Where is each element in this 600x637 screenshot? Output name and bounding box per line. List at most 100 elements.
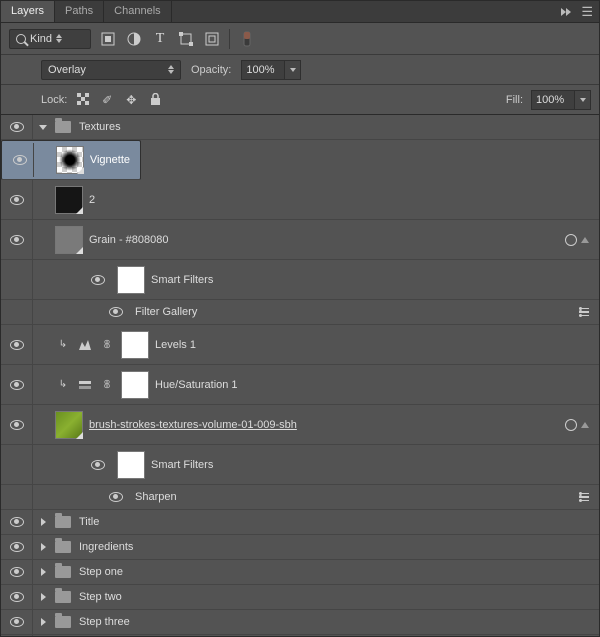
layer-list: Textures Vignette 2 Grain - #808080 — [1, 115, 599, 636]
visibility-toggle[interactable] — [1, 260, 33, 299]
tab-paths[interactable]: Paths — [55, 1, 104, 22]
panel-tabbar: Layers Paths Channels ☰ — [1, 1, 599, 23]
eye-icon — [10, 420, 24, 430]
tab-layers[interactable]: Layers — [1, 1, 55, 22]
lock-position-icon[interactable]: ✥ — [123, 92, 139, 108]
smartfilters-label: Smart Filters — [151, 274, 213, 286]
visibility-toggle[interactable] — [1, 325, 33, 364]
folder-icon — [55, 121, 71, 133]
eye-icon — [10, 617, 24, 627]
filter-gallery-entry[interactable]: Filter Gallery — [1, 300, 599, 325]
folder-icon — [55, 591, 71, 603]
scroll-up-icon[interactable] — [581, 237, 589, 243]
visibility-toggle[interactable] — [1, 405, 33, 444]
eye-icon — [10, 592, 24, 602]
layer-levels[interactable]: ↳ 𝟠 Levels 1 — [1, 325, 599, 365]
fill-input[interactable]: 100% — [531, 90, 575, 110]
group-step-three[interactable]: Step three — [1, 610, 599, 635]
visibility-toggle[interactable] — [1, 300, 33, 324]
filter-toggle-switch[interactable] — [238, 30, 256, 48]
group-step-one[interactable]: Step one — [1, 560, 599, 585]
visibility-toggle[interactable] — [1, 610, 33, 634]
filter-options-icon[interactable] — [579, 308, 589, 317]
scroll-up-icon[interactable] — [581, 422, 589, 428]
visibility-toggle[interactable] — [8, 143, 34, 177]
group-textures[interactable]: Textures — [1, 115, 599, 140]
brush-smartfilters[interactable]: Smart Filters — [1, 445, 599, 485]
blend-options-bar: Overlay Opacity: 100% — [1, 55, 599, 85]
opacity-label: Opacity: — [191, 64, 231, 76]
link-icon: 𝟠 — [99, 337, 115, 353]
mask-thumbnail[interactable] — [117, 266, 145, 294]
blend-mode-select[interactable]: Overlay — [41, 60, 181, 80]
disclosure-icon[interactable] — [37, 618, 49, 626]
smartobject-badge-icon — [565, 419, 577, 431]
filter-pixel-icon[interactable] — [99, 30, 117, 48]
disclosure-icon[interactable] — [37, 593, 49, 601]
layer-vignette[interactable]: Vignette — [1, 140, 141, 180]
lock-transparency-icon[interactable] — [75, 92, 91, 108]
disclosure-icon[interactable] — [37, 125, 49, 130]
tab-channels[interactable]: Channels — [104, 1, 171, 22]
search-icon — [16, 34, 26, 44]
visibility-toggle[interactable] — [1, 115, 33, 139]
layer-thumbnail[interactable] — [55, 411, 83, 439]
opacity-input[interactable]: 100% — [241, 60, 285, 80]
opacity-dropdown[interactable] — [285, 60, 301, 80]
visibility-toggle[interactable] — [1, 485, 33, 509]
visibility-toggle[interactable] — [1, 560, 33, 584]
layer-thumbnail[interactable] — [56, 146, 84, 174]
fill-dropdown[interactable] — [575, 90, 591, 110]
mask-thumbnail[interactable] — [121, 371, 149, 399]
disclosure-icon[interactable] — [37, 518, 49, 526]
visibility-toggle[interactable] — [1, 585, 33, 609]
mask-thumbnail[interactable] — [117, 451, 145, 479]
filter-kind-label: Kind — [30, 33, 52, 45]
group-title[interactable]: Title — [1, 510, 599, 535]
eye-icon — [10, 517, 24, 527]
layer-2[interactable]: 2 — [1, 180, 599, 220]
visibility-toggle[interactable] — [1, 510, 33, 534]
group-ingredients[interactable]: Ingredients — [1, 535, 599, 560]
visibility-toggle[interactable] — [1, 180, 33, 219]
layer-huesat[interactable]: ↳ 𝟠 Hue/Saturation 1 — [1, 365, 599, 405]
panel-menu-icon[interactable]: ☰ — [581, 4, 593, 20]
visibility-toggle[interactable] — [1, 365, 33, 404]
eye-icon[interactable] — [91, 275, 105, 285]
visibility-toggle[interactable] — [1, 635, 33, 636]
layer-grain[interactable]: Grain - #808080 — [1, 220, 599, 260]
filter-smartobject-icon[interactable] — [203, 30, 221, 48]
filter-shape-icon[interactable] — [177, 30, 195, 48]
eye-icon — [10, 122, 24, 132]
visibility-toggle[interactable] — [1, 535, 33, 559]
visibility-toggle[interactable] — [1, 445, 33, 484]
layer-name: Textures — [79, 121, 121, 133]
lock-label: Lock: — [41, 94, 67, 106]
smartfilters-label: Smart Filters — [151, 459, 213, 471]
layer-name: Levels 1 — [155, 339, 196, 351]
group-step-four[interactable]: Step four — [1, 635, 599, 636]
filter-type-icon[interactable]: T — [151, 30, 169, 48]
eye-icon[interactable] — [109, 307, 123, 317]
folder-icon — [55, 566, 71, 578]
disclosure-icon[interactable] — [37, 568, 49, 576]
eye-icon[interactable] — [91, 460, 105, 470]
layer-brush[interactable]: brush-strokes-textures-volume-01-009-sbh — [1, 405, 599, 445]
disclosure-icon[interactable] — [37, 543, 49, 551]
lock-pixels-icon[interactable]: ✐ — [99, 92, 115, 108]
filter-adjustment-icon[interactable] — [125, 30, 143, 48]
layer-thumbnail[interactable] — [55, 226, 83, 254]
layer-thumbnail[interactable] — [55, 186, 83, 214]
grain-smartfilters[interactable]: Smart Filters — [1, 260, 599, 300]
eye-icon — [10, 567, 24, 577]
layer-name: Step two — [79, 591, 122, 603]
filter-kind-select[interactable]: Kind — [9, 29, 91, 49]
visibility-toggle[interactable] — [1, 220, 33, 259]
filter-sharpen-entry[interactable]: Sharpen — [1, 485, 599, 510]
lock-all-icon[interactable] — [147, 92, 163, 108]
eye-icon — [10, 340, 24, 350]
eye-icon[interactable] — [109, 492, 123, 502]
filter-options-icon[interactable] — [579, 493, 589, 502]
mask-thumbnail[interactable] — [121, 331, 149, 359]
group-step-two[interactable]: Step two — [1, 585, 599, 610]
